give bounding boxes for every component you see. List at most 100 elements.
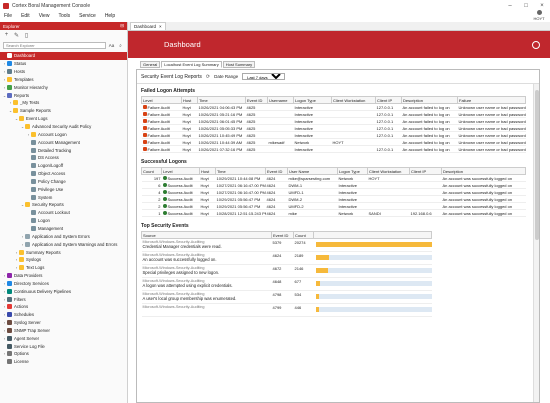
column-header[interactable]: Event ID [245, 96, 268, 104]
column-header[interactable]: Level [141, 96, 182, 104]
date-range-select[interactable]: Last 7 days [242, 73, 286, 80]
table-row[interactable]: Failure Audit Hoyt 10/26/2021 05:05:33 PM 4… [141, 124, 526, 132]
column-header[interactable]: Count [141, 167, 162, 175]
table-row[interactable]: Failure Audit Hoyt 10/26/2021 10:44:39 AM 4… [141, 138, 526, 146]
tree-item--my-tests[interactable]: › _My Tests [0, 99, 127, 107]
tree-item-object-access[interactable]: Object Access [0, 170, 127, 178]
tree-item-directory-services[interactable]: › Directory Services [0, 279, 127, 287]
tree-item-logon-logoff[interactable]: Logon/Logoff [0, 162, 127, 170]
event-row[interactable]: Microsoft-Windows-Security-Auditing Speci… [141, 264, 432, 278]
report-tab-1[interactable]: Localhost Event Log Summary [161, 61, 222, 68]
table-row[interactable]: 1 Success Audit Hoyt 10/28/2021 12:51:15.24… [141, 209, 526, 217]
table-row[interactable]: 4 Success Audit Hoyt 10/27/2021 06:16:47.00… [141, 188, 526, 196]
tree-item-options[interactable]: › Options [0, 350, 127, 358]
add-icon[interactable]: + [3, 32, 10, 39]
delete-icon[interactable]: ▯ [23, 32, 30, 39]
column-header[interactable]: Client Workstation [367, 167, 410, 175]
tree-item-sample-reports[interactable]: ⌄ Sample Reports [0, 107, 127, 115]
minimize-icon[interactable]: – [502, 0, 518, 11]
menu-item-help[interactable]: Help [105, 13, 115, 19]
tree-item-account-lockout[interactable]: Account Lockout [0, 209, 127, 217]
pin-icon[interactable]: ⊟ [120, 23, 124, 29]
tree-item-syslog-server[interactable]: › Syslog Server [0, 319, 127, 327]
column-header[interactable]: Event ID [265, 167, 288, 175]
tree-item-filters[interactable]: › Filters [0, 295, 127, 303]
report-tab-0[interactable]: General [140, 61, 161, 68]
tree-item-management[interactable]: Management [0, 225, 127, 233]
search-icon[interactable]: ⌕ [117, 42, 124, 49]
report-scrollbar[interactable] [533, 84, 539, 402]
tree-item-hosts[interactable]: › Hosts [0, 68, 127, 76]
edit-icon[interactable]: ✎ [13, 32, 20, 39]
match-case-button[interactable]: Aa [108, 42, 115, 49]
tab-close-icon[interactable]: × [159, 24, 162, 29]
table-row[interactable]: Failure Audit Hoyt 10/26/2021 10:45:49 PM 4… [141, 131, 526, 139]
tree-item-logon[interactable]: Logon [0, 217, 127, 225]
tree-item-reports[interactable]: ⌄ Reports [0, 91, 127, 99]
explorer-search-input[interactable] [3, 41, 106, 49]
tree-item-text-logs[interactable]: › Text Logs [0, 264, 127, 272]
column-header[interactable]: Time [197, 96, 246, 104]
tree-item-schedules[interactable]: › Schedules [0, 311, 127, 319]
table-row[interactable]: Failure Audit Hoyt 10/26/2021 04:06:43 PM 4… [141, 103, 526, 111]
tree-item-account-management[interactable]: Account Management [0, 138, 127, 146]
column-header[interactable]: Client IP [409, 167, 442, 175]
table-row[interactable]: Failure Audit Hoyt 10/26/2021 06:01:45 PM 4… [141, 117, 526, 125]
column-header[interactable]: Count [293, 231, 314, 239]
tree-item-event-logs[interactable]: ⌄ Event Logs [0, 115, 127, 123]
tree-item-policy-change[interactable]: Policy Change [0, 178, 127, 186]
tree-item-security-reports[interactable]: ⌄ Security Reports [0, 201, 127, 209]
column-header[interactable]: Event ID [271, 231, 294, 239]
tree-item-system[interactable]: System [0, 193, 127, 201]
table-row[interactable]: 2 Success Audit Hoyt 10/29/2021 05:56:47 PM… [141, 202, 526, 210]
column-header[interactable]: Logon Type [293, 96, 332, 104]
tree-item-application-and-system-errors[interactable]: › Application and System Errors [0, 232, 127, 240]
tree-item-application-and-system-warnings-and-errors[interactable]: › Application and System Warnings and Err… [0, 240, 127, 248]
column-header[interactable]: Source [141, 231, 272, 239]
event-row[interactable]: Microsoft-Windows-Security-Auditing A use… [141, 290, 432, 304]
tree-item-syslogs[interactable]: › Syslogs [0, 256, 127, 264]
tree-item-detailed-tracking[interactable]: Detailed Tracking [0, 146, 127, 154]
table-row[interactable]: 2 Success Audit Hoyt 10/29/2021 05:56:47 PM… [141, 195, 526, 203]
power-icon[interactable] [532, 40, 540, 49]
column-header[interactable]: Host [199, 167, 216, 175]
tree-item-summary-reports[interactable]: › Summary Reports [0, 248, 127, 256]
tree-item-status[interactable]: › Status [0, 60, 127, 68]
event-row[interactable]: Microsoft-Windows-Security-Auditing Crede… [141, 238, 432, 252]
tree-item-agent-server[interactable]: › Agent Server [0, 334, 127, 342]
column-header[interactable]: Description [441, 167, 526, 175]
tree-item-dashboard[interactable]: Dashboard [0, 52, 127, 60]
tree-item-snmp-trap-server[interactable]: › SNMP Trap Server [0, 327, 127, 335]
column-header[interactable]: Client Workstation [331, 96, 376, 104]
event-row[interactable]: Microsoft-Windows-Security-Auditing 4799 4… [141, 303, 432, 317]
column-header[interactable]: Host [181, 96, 198, 104]
scrollbar-thumb[interactable] [535, 90, 539, 240]
tree-item-ds-access[interactable]: DS Access [0, 154, 127, 162]
column-header[interactable]: Username [267, 96, 294, 104]
user-account[interactable]: HOYT [532, 8, 546, 22]
tree-item-advanced-security-audit-policy[interactable]: ⌄ Advanced Security Audit Policy [0, 123, 127, 131]
tree-item-license[interactable]: License [0, 358, 127, 366]
menu-item-tools[interactable]: Tools [58, 13, 70, 19]
event-row[interactable]: Microsoft-Windows-Security-Auditing A log… [141, 277, 432, 291]
column-header[interactable]: Description [401, 96, 458, 104]
table-row[interactable]: 6 Success Audit Hoyt 10/27/2021 06:16:47.00… [141, 181, 526, 189]
column-header[interactable]: Level [161, 167, 200, 175]
menu-item-service[interactable]: Service [79, 13, 96, 19]
column-header[interactable]: Time [215, 167, 266, 175]
menu-item-edit[interactable]: Edit [21, 13, 30, 19]
tree-item-monitor-hierarchy[interactable]: › Monitor Hierarchy [0, 83, 127, 91]
column-header[interactable]: User Name [287, 167, 338, 175]
tree-item-actions[interactable]: › Actions [0, 303, 127, 311]
tree-item-templates[interactable]: › Templates [0, 76, 127, 84]
tree-item-continuous-delivery-pipelines[interactable]: › Continuous Delivery Pipelines [0, 287, 127, 295]
table-row[interactable]: Failure Audit Hoyt 10/26/2021 05:21:16 PM 4… [141, 110, 526, 118]
event-row[interactable]: Microsoft-Windows-Security-Auditing An ac… [141, 251, 432, 265]
column-header[interactable]: Logon Type [337, 167, 368, 175]
menu-item-view[interactable]: View [39, 13, 50, 19]
report-tab-2[interactable]: Host Summary [222, 61, 256, 68]
tree-item-data-providers[interactable]: › Data Providers [0, 272, 127, 280]
tree-item-service-log-file[interactable]: Service Log File [0, 342, 127, 350]
menu-item-file[interactable]: File [4, 13, 12, 19]
table-row[interactable]: Failure Audit Hoyt 10/26/2021 07:32:16 PM 4… [141, 145, 526, 153]
